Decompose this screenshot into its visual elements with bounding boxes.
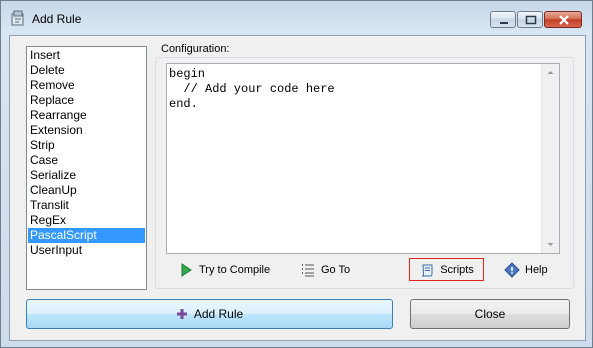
scripts-label: Scripts	[440, 263, 474, 276]
rule-list-item[interactable]: RegEx	[28, 213, 145, 228]
try-to-compile-button[interactable]: Try to Compile	[178, 258, 288, 281]
rule-list-item[interactable]: Extension	[28, 123, 145, 138]
rule-list-item[interactable]: UserInput	[28, 243, 145, 258]
minimize-button[interactable]	[490, 11, 516, 28]
rule-list-item[interactable]: Translit	[28, 198, 145, 213]
code-editor[interactable]: begin // Add your code here end.	[166, 63, 560, 254]
window-title: Add Rule	[32, 12, 82, 26]
maximize-icon	[525, 15, 537, 25]
title-bar: Add Rule	[1, 1, 592, 35]
rule-list-item[interactable]: CleanUp	[28, 183, 145, 198]
scroll-icon	[422, 264, 433, 276]
rule-list-item[interactable]: Case	[28, 153, 145, 168]
add-rule-button[interactable]: Add Rule	[26, 299, 393, 329]
configuration-label: Configuration:	[161, 43, 230, 55]
rule-list[interactable]: Insert Delete Remove Replace Rearrange Extens…	[26, 46, 147, 290]
scripts-button[interactable]: Scripts	[409, 258, 484, 281]
close-label: Close	[474, 307, 506, 321]
minimize-icon	[500, 22, 508, 24]
close-window-button[interactable]	[544, 11, 582, 28]
rule-list-item[interactable]: PascalScript	[28, 228, 145, 243]
plus-icon	[176, 309, 187, 319]
code-text[interactable]: begin // Add your code here end.	[169, 67, 335, 112]
vertical-scrollbar[interactable]	[541, 64, 559, 253]
dialog-body: Insert Delete Remove Replace Rearrange Extens…	[9, 35, 586, 341]
close-icon	[559, 15, 569, 25]
add-rule-window: Add Rule Insert Delete Remove Replace Rearra…	[0, 0, 593, 348]
rule-list-item[interactable]: Strip	[28, 138, 145, 153]
help-label: Help	[525, 263, 548, 276]
rule-list-item[interactable]: Remove	[28, 78, 145, 93]
add-rule-label: Add Rule	[193, 307, 244, 321]
try-to-compile-label: Try to Compile	[199, 263, 271, 276]
help-button[interactable]: Help	[504, 258, 564, 281]
app-icon	[11, 10, 24, 26]
play-icon	[181, 262, 192, 277]
help-icon	[504, 261, 520, 278]
rule-list-item[interactable]: Replace	[28, 93, 145, 108]
rule-list-item[interactable]: Delete	[28, 63, 145, 78]
rule-list-item[interactable]: Insert	[28, 48, 145, 63]
go-to-label: Go To	[321, 263, 351, 276]
scroll-down-icon[interactable]	[546, 240, 555, 249]
line-numbers-icon	[302, 263, 314, 276]
scroll-up-icon[interactable]	[546, 68, 555, 77]
go-to-button[interactable]: Go To	[300, 258, 380, 281]
close-button[interactable]: Close	[410, 299, 570, 329]
maximize-button[interactable]	[517, 11, 543, 28]
rule-list-item[interactable]: Serialize	[28, 168, 145, 183]
rule-list-item[interactable]: Rearrange	[28, 108, 145, 123]
